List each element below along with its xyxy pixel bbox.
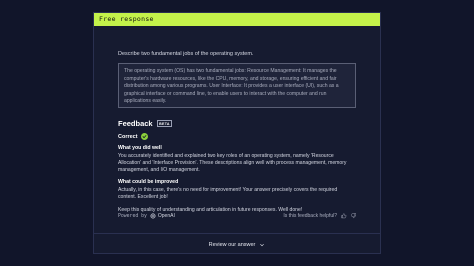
provider-name: OpenAI xyxy=(157,213,175,219)
improve-title: What could be improved xyxy=(118,179,179,186)
card-header: Free response xyxy=(94,13,380,26)
thumbs-up-icon[interactable] xyxy=(341,213,347,219)
thumbs-down-icon[interactable] xyxy=(350,213,357,219)
helpful-label: Is this feedback helpful? xyxy=(283,213,337,219)
improve-body: Actually, in this case, there's no need … xyxy=(118,186,338,200)
helpful-feedback: Is this feedback helpful? xyxy=(283,213,356,219)
verdict: Correct xyxy=(118,133,356,140)
did-well-body: You accurately identified and explained … xyxy=(118,152,347,173)
did-well-title: What you did well xyxy=(118,145,162,151)
provider: OpenAI xyxy=(150,213,175,219)
card-content: Describe two fundamental jobs of the ope… xyxy=(94,26,380,213)
verdict-label: Correct xyxy=(118,133,138,140)
powered-by-label: Powered by xyxy=(118,213,147,219)
feedback-footer: Powered by OpenAI Is this feedback helpf… xyxy=(118,213,356,219)
review-answer-button[interactable]: Review our answer xyxy=(94,239,380,251)
feedback-heading: Feedback BETA xyxy=(118,119,356,128)
beta-badge: BETA xyxy=(156,120,173,127)
feedback-title: Feedback xyxy=(118,119,153,128)
question-text: Describe two fundamental jobs of the ope… xyxy=(118,51,254,57)
answer-text: The operating system (OS) has two fundam… xyxy=(118,63,356,108)
check-circle-icon xyxy=(140,133,148,140)
openai-logo-icon xyxy=(150,213,156,219)
powered-by: Powered by OpenAI xyxy=(118,213,175,219)
footer-divider xyxy=(94,233,380,234)
chevron-down-icon xyxy=(260,243,265,247)
free-response-card: Free response Describe two fundamental j… xyxy=(93,12,381,254)
review-answer-label: Review our answer xyxy=(208,242,256,248)
